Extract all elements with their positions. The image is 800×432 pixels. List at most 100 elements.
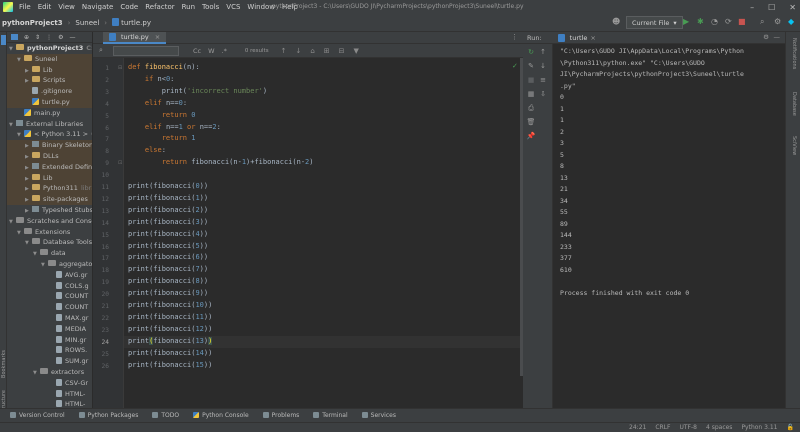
previous-occurrence-icon[interactable]: ↑ <box>281 47 287 55</box>
tree-item[interactable]: ▶ DLLs <box>7 150 92 162</box>
tree-item[interactable]: .gitignore <box>7 86 92 97</box>
close-tab-icon[interactable]: × <box>590 34 595 42</box>
target-icon[interactable]: ⊕ <box>24 34 29 41</box>
tree-item[interactable]: ▼ Suneel <box>7 53 92 65</box>
tree-item[interactable]: ▼ extractors <box>7 367 92 378</box>
project-settings-icon[interactable]: ⚙ <box>58 34 63 41</box>
close-tab-icon[interactable]: × <box>155 33 160 41</box>
breadcrumb-project[interactable]: pythonProject3 <box>2 19 63 27</box>
code-editor[interactable]: def fibonacci(n): if n<0: print('incorre… <box>124 58 520 408</box>
tree-item[interactable]: ▼ data <box>7 248 92 259</box>
tree-item[interactable]: MIN.gr <box>7 335 92 346</box>
delete-icon[interactable]: 🗑 <box>526 118 536 126</box>
tree-item[interactable]: ▶ Extended Definiti <box>7 161 92 173</box>
tree-item[interactable]: ▶ Lib <box>7 172 92 184</box>
close-icon[interactable]: ✕ <box>789 3 796 12</box>
match-case-toggle[interactable]: Cc <box>193 47 201 55</box>
project-tool-icon[interactable] <box>1 35 6 45</box>
stop-icon[interactable]: ■ <box>738 17 746 26</box>
add-occurrence-icon[interactable]: ⊞ <box>324 47 330 55</box>
user-icon[interactable]: ☻ <box>612 17 620 26</box>
tool-services[interactable]: Services <box>361 412 396 419</box>
tree-item[interactable]: COLS.g <box>7 281 92 292</box>
next-occurrence-icon[interactable]: ↓ <box>295 47 301 55</box>
project-view-icon[interactable] <box>11 34 18 40</box>
scroll-up-icon[interactable]: ↑ <box>538 48 548 56</box>
tree-item[interactable]: ▼pythonProject3C:\Use <box>7 43 92 54</box>
tree-item[interactable]: AVG.gr <box>7 270 92 281</box>
python-interpreter[interactable]: Python 3.11 <box>741 424 777 431</box>
tree-item[interactable]: CSV-Gr <box>7 378 92 389</box>
maximize-icon[interactable]: ☐ <box>768 3 775 12</box>
tree-item[interactable]: ▶ site-packages <box>7 194 92 205</box>
line-number-gutter[interactable]: 1 ⊟ 2 3 4 5 6 7 8 9 ⊡ 10 11 12 13 14 15 16 17 18 19 20 21 22 23 2… <box>93 58 124 408</box>
tool-version-control[interactable]: Version Control <box>10 412 65 419</box>
tree-item[interactable]: MAX.gr <box>7 313 92 324</box>
database-stripe-button[interactable]: Database <box>791 92 797 116</box>
tree-item[interactable]: ▼< Python 3.11 >C:\ <box>7 129 92 140</box>
tool-todo[interactable]: TODO <box>152 412 179 419</box>
run-tab-turtle[interactable]: turtle × <box>557 33 596 42</box>
menu-item-refactor[interactable]: Refactor <box>145 3 174 11</box>
menu-item-file[interactable]: File <box>19 3 31 11</box>
tool-problems[interactable]: Problems <box>262 412 299 419</box>
editor-tab-turtle[interactable]: turtle.py × <box>103 32 167 44</box>
filter-icon[interactable]: ▼ <box>354 47 359 55</box>
run-configuration-select[interactable]: Current File ▾ <box>626 16 683 29</box>
layout-icon[interactable]: ▦ <box>526 90 536 98</box>
tool-terminal[interactable]: Terminal <box>313 412 348 419</box>
whole-words-toggle[interactable]: W <box>208 47 214 55</box>
lock-icon[interactable]: 🔓 <box>787 424 794 431</box>
options-icon[interactable]: ⋮ <box>46 34 52 41</box>
hide-icon[interactable]: — <box>774 33 781 41</box>
coverage-icon[interactable]: ◔ <box>711 17 718 26</box>
wrench-icon[interactable]: ✎ <box>526 62 536 70</box>
menu-item-tools[interactable]: Tools <box>202 3 219 11</box>
menu-item-code[interactable]: Code <box>120 3 138 11</box>
tree-item[interactable]: COUNT <box>7 291 92 302</box>
line-separator[interactable]: CRLF <box>655 424 670 431</box>
tree-item[interactable]: SUM.gr <box>7 356 92 367</box>
stop-icon[interactable]: ■ <box>526 76 536 84</box>
select-all-occurrences-icon[interactable]: ⌂ <box>310 47 314 55</box>
menu-item-view[interactable]: View <box>58 3 75 11</box>
scroll-to-end-icon[interactable]: ⇩ <box>538 90 548 98</box>
menu-item-run[interactable]: Run <box>182 3 195 11</box>
menu-item-vcs[interactable]: VCS <box>226 3 240 11</box>
tree-item[interactable]: ▼ aggregato <box>7 259 92 270</box>
tool-python-console[interactable]: Python Console <box>193 412 249 419</box>
breadcrumb-file[interactable]: turtle.py <box>112 18 151 27</box>
caret-position[interactable]: 24:21 <box>629 424 646 431</box>
updates-icon[interactable]: ◆ <box>788 17 794 26</box>
tree-item[interactable]: turtle.py <box>7 96 92 108</box>
open-in-window-icon[interactable]: ⊟ <box>339 47 345 55</box>
editor-options-icon[interactable]: ⋮ <box>511 33 518 41</box>
settings-icon[interactable]: ⚙ <box>774 17 781 26</box>
minimize-icon[interactable]: – <box>750 3 754 12</box>
collapse-all-icon[interactable]: ⇕ <box>35 34 40 41</box>
tree-item[interactable]: ▶Python311libra <box>7 183 92 195</box>
hide-icon[interactable]: — <box>69 34 75 41</box>
regex-toggle[interactable]: .* <box>222 47 227 55</box>
tree-item[interactable]: MEDIA <box>7 324 92 335</box>
indent-setting[interactable]: 4 spaces <box>706 424 732 431</box>
tree-item[interactable]: ▼ Extensions <box>7 227 92 238</box>
run-settings-icon[interactable]: ⚙ <box>763 33 769 41</box>
tool-python-packages[interactable]: Python Packages <box>78 412 138 419</box>
tree-item[interactable]: ▶ Typeshed Stubs <box>7 205 92 216</box>
fold-marker-icon[interactable]: ⊟ <box>118 65 122 71</box>
find-input[interactable] <box>113 45 179 56</box>
tree-item[interactable]: COUNT <box>7 302 92 313</box>
pin-icon[interactable]: 📌 <box>526 132 536 140</box>
profile-icon[interactable]: ⟳ <box>725 17 732 26</box>
tree-item[interactable]: main.py <box>7 108 92 119</box>
menu-item-edit[interactable]: Edit <box>38 3 52 11</box>
tree-item[interactable]: ▼ Database Tools a <box>7 237 92 248</box>
run-icon[interactable]: ▶ <box>683 17 689 26</box>
tree-item[interactable]: ROWS. <box>7 345 92 356</box>
soft-wrap-icon[interactable]: ≡ <box>538 76 548 84</box>
breadcrumb-folder[interactable]: Suneel <box>75 19 99 27</box>
tree-item[interactable]: ▶ Binary Skeletons <box>7 140 92 151</box>
inspection-ok-icon[interactable]: ✓ <box>512 62 518 70</box>
tree-item[interactable]: ▶ Scripts <box>7 75 92 87</box>
